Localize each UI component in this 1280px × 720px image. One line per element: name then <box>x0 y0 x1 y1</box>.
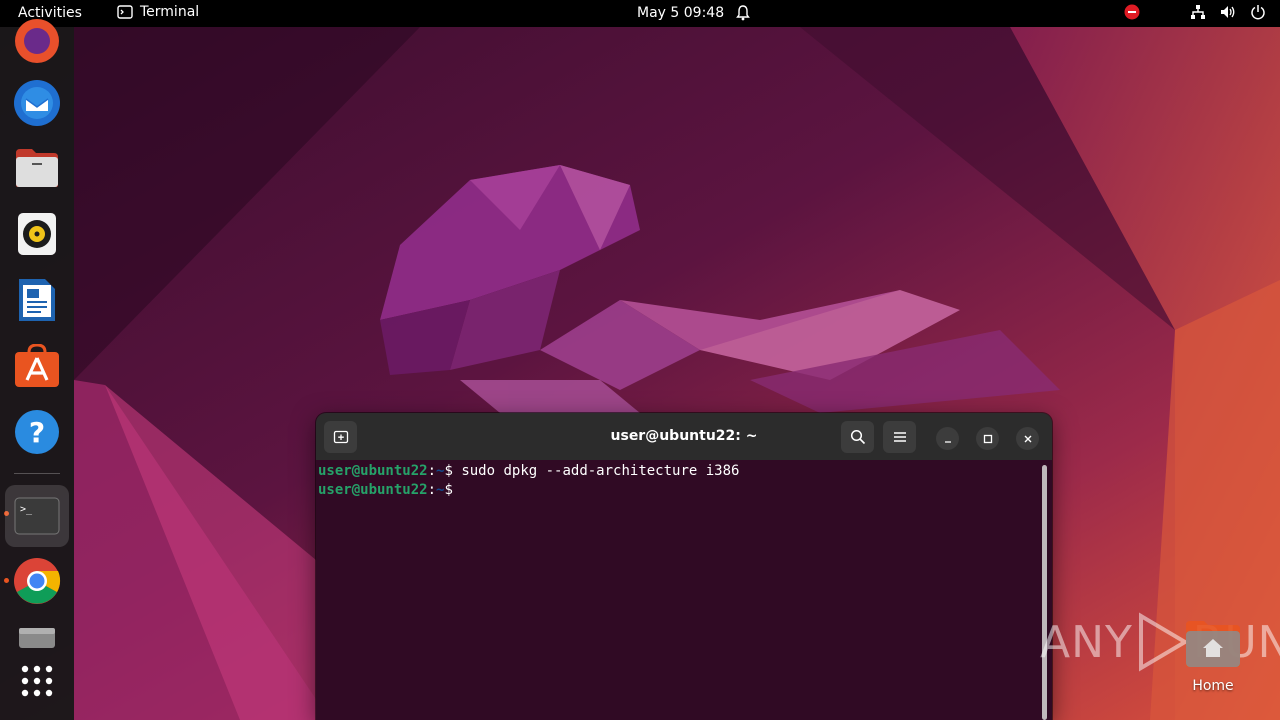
system-tray[interactable] <box>1124 4 1266 20</box>
menu-button[interactable] <box>883 421 916 453</box>
dock-item-thunderbird[interactable] <box>8 73 66 131</box>
play-logo-icon <box>1138 612 1189 672</box>
terminal-window[interactable]: user@ubuntu22: ~ user@ubuntu22:~$ sudo d… <box>316 413 1052 720</box>
prompt-user: user@ubuntu22 <box>318 482 428 498</box>
terminal-line: user@ubuntu22:~$ sudo dpkg --add-archite… <box>318 462 1038 481</box>
terminal-small-icon <box>117 5 133 19</box>
svg-text:?: ? <box>29 416 45 449</box>
prompt-separator: : <box>427 463 437 479</box>
dock-item-firefox[interactable] <box>8 12 66 70</box>
terminal-icon: >_ <box>14 497 60 535</box>
minimize-icon <box>944 440 951 443</box>
dock-separator <box>14 473 60 474</box>
terminal-output[interactable]: user@ubuntu22:~$ sudo dpkg --add-archite… <box>318 462 1038 720</box>
command-text <box>453 482 461 498</box>
dock-item-help[interactable]: ? <box>8 403 66 461</box>
hamburger-menu-icon <box>893 432 906 442</box>
dock-item-files[interactable] <box>8 139 66 197</box>
libreoffice-writer-icon <box>19 279 55 321</box>
prompt-separator: : <box>427 482 437 498</box>
prompt-symbol: $ <box>444 482 453 498</box>
terminal-line: user@ubuntu22:~$ <box>318 481 1038 500</box>
search-icon <box>850 429 865 445</box>
dock-item-terminal[interactable]: >_ <box>5 485 69 547</box>
do-not-disturb-icon[interactable] <box>1124 4 1140 20</box>
firefox-icon <box>15 19 59 63</box>
minimize-button[interactable] <box>936 427 959 450</box>
terminal-scrollbar[interactable] <box>1042 465 1047 720</box>
show-applications-button[interactable] <box>8 652 66 710</box>
app-grid-icon <box>21 665 53 697</box>
prompt-user: user@ubuntu22 <box>318 463 428 479</box>
anyrun-watermark: ANY RUN <box>1040 612 1280 672</box>
search-button[interactable] <box>841 421 874 453</box>
rhythmbox-icon <box>18 213 56 255</box>
top-bar: Activities Terminal May 5 09:48 <box>0 0 1280 27</box>
close-icon <box>1024 435 1031 442</box>
home-folder-label[interactable]: Home <box>1180 678 1246 694</box>
maximize-button[interactable] <box>976 427 999 450</box>
app-menu-label: Terminal <box>140 4 200 20</box>
prompt-symbol: $ <box>444 463 453 479</box>
app-menu[interactable]: Terminal <box>117 4 199 20</box>
chrome-icon <box>14 558 61 604</box>
help-icon: ? <box>15 410 59 454</box>
notification-bell-icon[interactable] <box>736 5 750 21</box>
watermark-left-text: ANY <box>1040 616 1133 668</box>
thunderbird-icon <box>14 80 60 126</box>
disk-drive-icon <box>19 628 55 648</box>
maximize-icon <box>983 434 992 443</box>
close-button[interactable] <box>1016 427 1039 450</box>
volume-icon[interactable] <box>1220 4 1236 20</box>
command-text: sudo dpkg --add-architecture i386 <box>452 463 740 479</box>
ubuntu-software-icon <box>15 344 59 387</box>
power-icon[interactable] <box>1250 4 1266 20</box>
network-wired-icon[interactable] <box>1190 4 1206 20</box>
clock[interactable]: May 5 09:48 <box>637 5 724 21</box>
files-icon <box>16 149 58 187</box>
dock-item-google-chrome[interactable] <box>8 552 66 610</box>
home-folder-icon[interactable] <box>1184 619 1242 669</box>
terminal-header-bar[interactable]: user@ubuntu22: ~ <box>316 413 1052 460</box>
dock: ? >_ <box>0 19 74 720</box>
dock-item-ubuntu-software[interactable] <box>8 337 66 395</box>
dock-item-rhythmbox[interactable] <box>8 205 66 263</box>
dock-item-libreoffice-writer[interactable] <box>8 271 66 329</box>
svg-text:>_: >_ <box>20 504 33 515</box>
